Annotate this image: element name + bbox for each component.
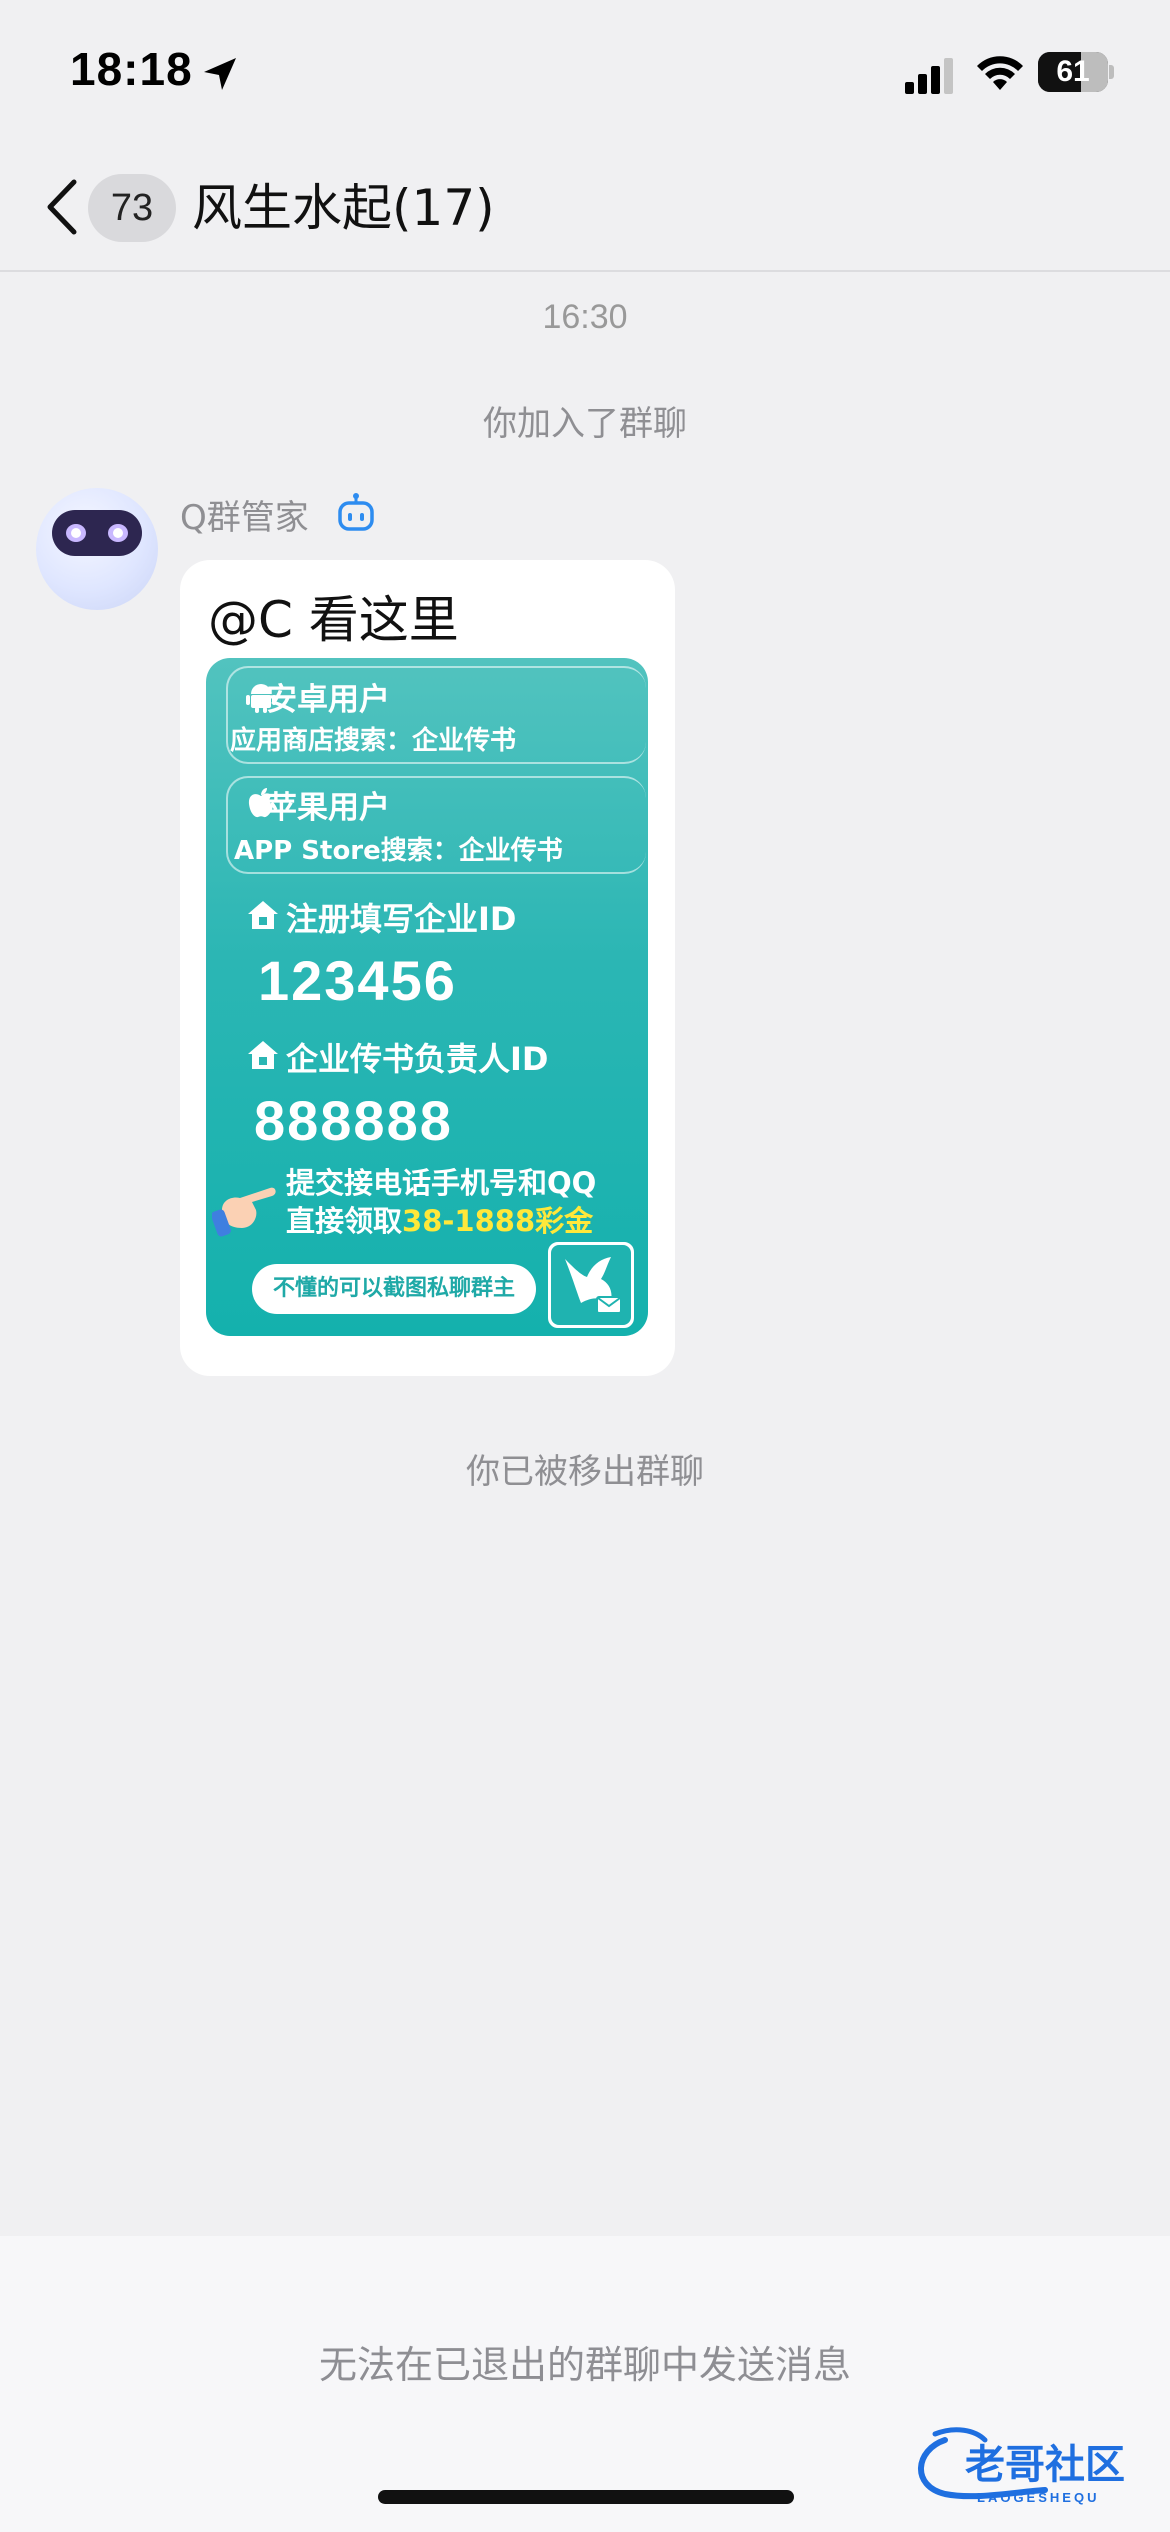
home-icon — [248, 901, 278, 929]
message-text: @C 看这里 — [208, 591, 459, 649]
unread-count-badge[interactable]: 73 — [88, 174, 176, 242]
watermark-logo: 老哥社区 LAOGESHEQU — [918, 2427, 1125, 2505]
android-sub: 应用商店搜索：企业传书 — [230, 726, 517, 756]
disabled-input-notice: 无法在已退出的群聊中发送消息 — [318, 2343, 851, 2387]
bird-mail-logo — [548, 1242, 634, 1328]
ad-image[interactable]: 安卓用户 应用商店搜索：企业传书 苹果用户 APP Store搜索：企业传书 注… — [206, 658, 648, 1336]
manager-id: 888888 — [254, 1089, 453, 1152]
wifi-icon — [977, 56, 1023, 90]
cta-line-2: 直接领取38-1888彩金 — [286, 1202, 593, 1240]
status-time: 18:18 — [70, 43, 193, 95]
watermark-text: 老哥社区 — [965, 2442, 1125, 2488]
location-arrow-icon — [204, 58, 236, 90]
message-bubble[interactable]: @C 看这里 安卓用户 应用商店搜索：企业传书 苹果用户 APP Store搜索… — [180, 560, 675, 1376]
cta-line-1: 提交接电话手机号和QQ — [286, 1166, 597, 1200]
chat-title[interactable]: 风生水起(17) — [192, 174, 495, 242]
apple-sub: APP Store搜索：企业传书 — [234, 836, 563, 866]
time-divider: 16:30 — [542, 298, 628, 336]
avatar[interactable] — [36, 488, 158, 610]
pointing-hand-icon — [212, 1187, 276, 1237]
nav-bar: 73 风生水起(17) — [0, 150, 1170, 272]
sender-name[interactable]: Q群管家 — [180, 490, 309, 539]
company-id: 123456 — [258, 949, 457, 1012]
watermark-sub: LAOGESHEQU — [977, 2490, 1099, 2505]
company-id-label: 注册填写企业ID — [286, 900, 517, 938]
ad-pill: 不懂的可以截图私聊群主 — [252, 1264, 536, 1314]
bird-mail-icon — [551, 1245, 631, 1325]
cellular-signal-icon — [905, 58, 953, 94]
cta-line-2-prefix: 直接领取 — [286, 1204, 403, 1238]
cta-highlight: 38-1888彩金 — [402, 1204, 594, 1238]
robot-face-icon — [52, 510, 142, 556]
battery-level: 61 — [1056, 55, 1090, 88]
home-icon — [248, 1041, 278, 1069]
robot-icon — [338, 493, 374, 531]
apple-title: 苹果用户 — [266, 790, 390, 826]
system-message-removed: 你已被移出群聊 — [466, 1452, 704, 1492]
system-message-joined: 你加入了群聊 — [483, 404, 687, 444]
android-title: 安卓用户 — [266, 682, 390, 718]
home-indicator[interactable] — [378, 2490, 794, 2504]
status-bar: 18:18 61 — [0, 0, 1170, 150]
chevron-left-icon[interactable] — [40, 172, 84, 242]
manager-id-label: 企业传书负责人ID — [286, 1040, 549, 1078]
battery-icon: 61 — [1038, 52, 1114, 92]
